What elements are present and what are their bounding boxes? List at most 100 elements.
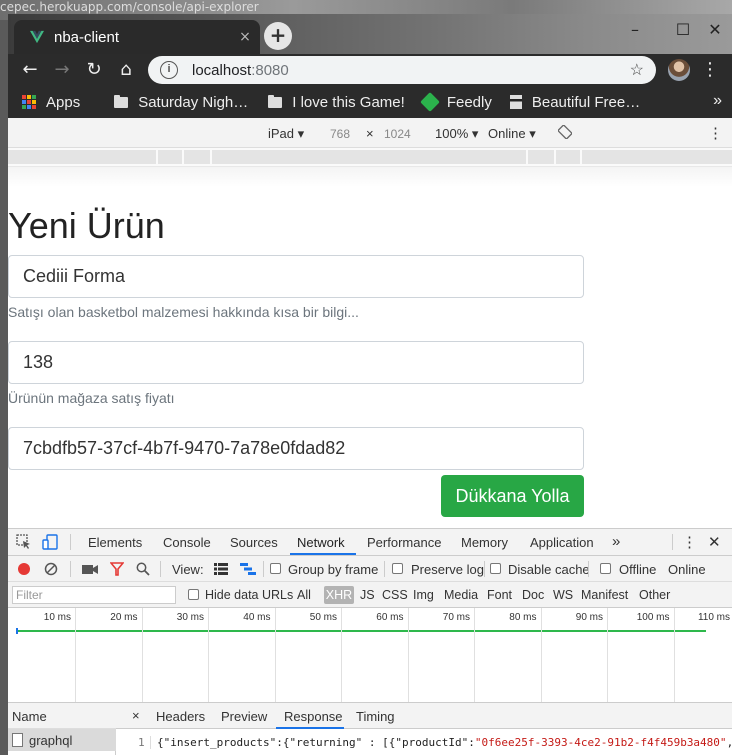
detail-tab-headers[interactable]: Headers xyxy=(156,709,205,724)
line-number: 1 xyxy=(138,736,145,749)
media-query-segment[interactable] xyxy=(556,150,580,164)
preserve-log-checkbox[interactable] xyxy=(392,563,403,574)
group-by-frame-checkbox[interactable] xyxy=(270,563,281,574)
type-js[interactable]: JS xyxy=(360,588,375,602)
device-toggle-icon[interactable] xyxy=(42,534,58,550)
type-img[interactable]: Img xyxy=(413,588,434,602)
more-tabs-icon[interactable]: » xyxy=(612,533,620,550)
device-toolbar: iPad ▾ 768 × 1024 100% ▾ Online ▾ ⋮ xyxy=(8,118,732,148)
media-query-segment[interactable] xyxy=(528,150,554,164)
media-query-segment[interactable] xyxy=(158,150,182,164)
home-icon[interactable]: ⌂ xyxy=(114,58,138,82)
type-ws[interactable]: WS xyxy=(553,588,573,602)
search-icon[interactable] xyxy=(136,562,150,576)
bookmark-apps[interactable]: Apps xyxy=(22,94,80,111)
throttle-select[interactable]: Online ▾ xyxy=(488,126,536,142)
tab-elements[interactable]: Elements xyxy=(88,535,142,550)
disable-cache-checkbox[interactable] xyxy=(490,563,501,574)
profile-avatar[interactable] xyxy=(668,59,690,81)
media-query-segment[interactable] xyxy=(8,150,156,164)
tab-application[interactable]: Application xyxy=(530,535,594,550)
timeline-gridline xyxy=(673,608,675,702)
filter-input[interactable]: Filter xyxy=(12,586,176,604)
media-query-bar xyxy=(8,148,732,166)
device-width[interactable]: 768 xyxy=(330,127,350,141)
separator xyxy=(672,534,673,550)
clear-icon[interactable] xyxy=(44,562,58,576)
reload-icon[interactable]: ↻ xyxy=(82,58,106,82)
tab-console[interactable]: Console xyxy=(163,535,211,550)
type-media[interactable]: Media xyxy=(444,588,478,602)
media-query-segment[interactable] xyxy=(184,150,210,164)
detail-tab-bar: × Headers Preview Response Timing xyxy=(116,703,732,729)
network-overview-timeline[interactable]: 10 ms 20 ms 30 ms 40 ms 50 ms 60 ms 70 ms 80 ms… xyxy=(8,608,732,702)
inspect-element-icon[interactable] xyxy=(16,534,32,550)
browser-toolbar: ← → ↻ ⌂ i localhost :8080 ☆ ⋮ xyxy=(8,54,732,86)
maximize-button[interactable]: ☐ xyxy=(668,20,698,39)
submit-button[interactable]: Dükkana Yolla xyxy=(441,475,584,517)
timeline-tick-label: 90 ms xyxy=(575,612,603,623)
bookmark-label: Beautiful Free… xyxy=(531,93,641,111)
type-css[interactable]: CSS xyxy=(382,588,408,602)
devtools-menu-icon[interactable]: ⋮ xyxy=(682,533,697,551)
type-manifest[interactable]: Manifest xyxy=(581,588,628,602)
tab-close-icon[interactable]: × xyxy=(230,29,260,45)
throttle-online-select[interactable]: Online xyxy=(668,562,706,577)
offline-label: Offline xyxy=(619,562,657,577)
timeline-tick-label: 10 ms xyxy=(43,612,71,623)
rotate-icon[interactable] xyxy=(558,125,572,139)
device-menu-icon[interactable]: ⋮ xyxy=(708,124,723,142)
offline-checkbox[interactable] xyxy=(600,563,611,574)
bookmark-saturday-night[interactable]: Saturday Nigh… xyxy=(114,94,248,111)
device-height[interactable]: 1024 xyxy=(384,127,411,141)
new-tab-button[interactable]: + xyxy=(264,22,292,50)
tab-sources[interactable]: Sources xyxy=(230,535,278,550)
minimize-button[interactable]: – xyxy=(620,20,650,39)
type-all[interactable]: All xyxy=(297,588,311,602)
description-input[interactable]: Cediii Forma xyxy=(8,255,584,298)
name-column-header[interactable]: Name xyxy=(8,703,116,729)
type-doc[interactable]: Doc xyxy=(522,588,544,602)
tab-network[interactable]: Network xyxy=(297,535,345,550)
type-other[interactable]: Other xyxy=(639,588,670,602)
bookmark-i-love-this-game[interactable]: I love this Game! xyxy=(268,94,405,111)
browser-tab[interactable]: nba-client × xyxy=(14,20,260,54)
request-list: Name graphql xyxy=(8,703,116,755)
address-bar[interactable]: i localhost :8080 ☆ xyxy=(148,56,656,84)
timeline-gridline xyxy=(274,608,276,702)
device-select[interactable]: iPad ▾ xyxy=(268,126,304,142)
zoom-select[interactable]: 100% ▾ xyxy=(435,126,478,142)
filter-icon[interactable] xyxy=(110,562,124,576)
devtools-panel: Elements Console Sources Network Perform… xyxy=(8,528,732,755)
forward-arrow-icon[interactable]: → xyxy=(50,58,74,82)
type-xhr-active[interactable]: XHR xyxy=(324,586,354,604)
waterfall-overview-icon[interactable] xyxy=(240,563,256,575)
detail-tab-response[interactable]: Response xyxy=(284,709,343,724)
detail-close-icon[interactable]: × xyxy=(132,708,140,723)
back-arrow-icon[interactable]: ← xyxy=(18,58,42,82)
media-query-segment[interactable] xyxy=(212,150,526,164)
bookmarks-overflow-icon[interactable]: » xyxy=(713,92,722,110)
screenshot-capture-icon[interactable] xyxy=(82,563,98,575)
price-input[interactable]: 138 xyxy=(8,341,584,384)
close-window-button[interactable]: ✕ xyxy=(700,20,730,39)
large-rows-icon[interactable] xyxy=(214,563,228,575)
detail-tab-preview[interactable]: Preview xyxy=(221,709,267,724)
browser-menu-icon[interactable]: ⋮ xyxy=(700,59,720,81)
hide-data-urls-checkbox[interactable] xyxy=(188,589,199,600)
response-body[interactable]: 1 {"insert_products":{"returning" : [{"p… xyxy=(116,729,732,755)
devtools-close-icon[interactable]: ✕ xyxy=(708,533,721,551)
bookmark-feedly[interactable]: Feedly xyxy=(419,92,492,112)
detail-tab-timing[interactable]: Timing xyxy=(356,709,395,724)
record-icon[interactable] xyxy=(18,563,30,575)
file-icon xyxy=(12,733,23,747)
info-icon[interactable]: i xyxy=(160,61,178,79)
bookmark-beautiful-free[interactable]: Beautiful Free… xyxy=(509,93,641,111)
bookmark-star-icon[interactable]: ☆ xyxy=(630,60,644,80)
media-query-segment[interactable] xyxy=(582,150,732,164)
request-row[interactable]: graphql xyxy=(8,729,116,751)
id-input[interactable]: 7cbdfb57-37cf-4b7f-9470-7a78e0fdad82 xyxy=(8,427,584,470)
tab-memory[interactable]: Memory xyxy=(461,535,508,550)
type-font[interactable]: Font xyxy=(487,588,512,602)
tab-performance[interactable]: Performance xyxy=(367,535,441,550)
